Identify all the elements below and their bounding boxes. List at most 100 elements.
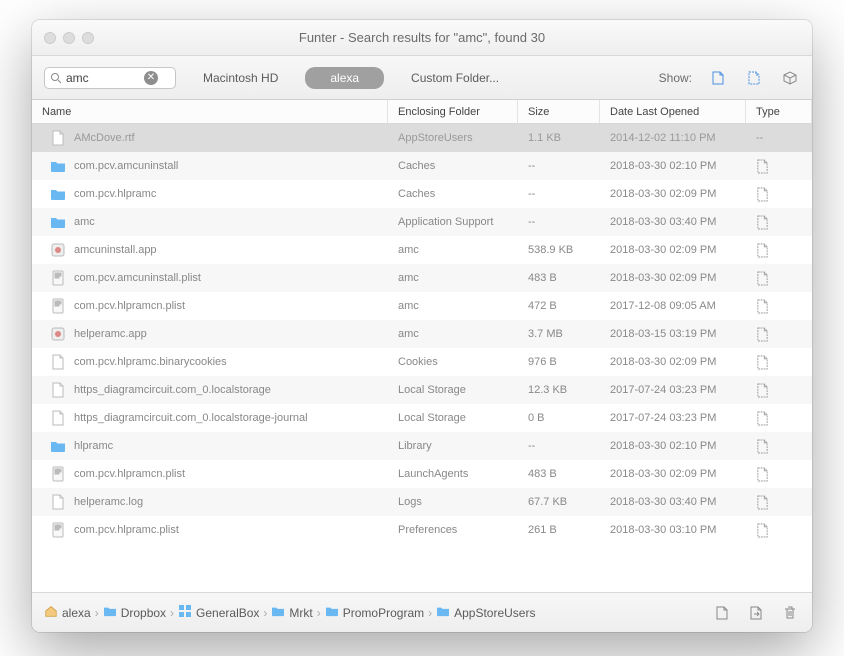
enclosing-folder: amc [388,328,518,340]
show-hidden-icon[interactable] [744,68,764,88]
file-size: -- [518,160,600,172]
file-name: AMcDove.rtf [74,132,135,144]
date-opened: 2018-03-30 02:09 PM [600,356,746,368]
file-type [746,523,812,538]
enclosing-folder: Local Storage [388,384,518,396]
app-window: Funter - Search results for "amc", found… [32,20,812,632]
table-row[interactable]: helperamc.appamc3.7 MB2018-03-15 03:19 P… [32,320,812,348]
file-size: 0 B [518,412,600,424]
file-name: hlpramc [74,440,113,452]
date-opened: 2018-03-30 02:09 PM [600,188,746,200]
enclosing-folder: Caches [388,160,518,172]
path-segment[interactable]: GeneralBox [178,604,259,621]
enclosing-folder: amc [388,272,518,284]
date-opened: 2017-12-08 09:05 AM [600,300,746,312]
path-label: GeneralBox [196,606,259,620]
path-bar: alexa›Dropbox›GeneralBox›Mrkt›PromoProgr… [32,592,812,632]
file-size: 12.3 KB [518,384,600,396]
plist-icon [50,270,66,286]
table-row[interactable]: amcApplication Support--2018-03-30 03:40… [32,208,812,236]
scope-custom-folder[interactable]: Custom Folder... [396,67,514,89]
file-type [746,243,812,258]
column-size[interactable]: Size [518,100,600,123]
file-name: amc [74,216,95,228]
file-size: 261 B [518,524,600,536]
doc-icon [50,494,66,510]
enclosing-folder: Local Storage [388,412,518,424]
enclosing-folder: Application Support [388,216,518,228]
show-packages-icon[interactable] [780,68,800,88]
file-type [746,383,812,398]
clear-search-icon[interactable]: ✕ [144,71,158,85]
table-row[interactable]: com.pcv.amcuninstallCaches--2018-03-30 0… [32,152,812,180]
column-headers: Name Enclosing Folder Size Date Last Ope… [32,100,812,124]
trash-icon[interactable] [780,603,800,623]
path-segment[interactable]: Dropbox [103,605,166,620]
table-row[interactable]: https_diagramcircuit.com_0.localstorageL… [32,376,812,404]
home-icon [44,604,58,621]
column-folder[interactable]: Enclosing Folder [388,100,518,123]
file-type [746,327,812,342]
table-row[interactable]: amcuninstall.appamc538.9 KB2018-03-30 02… [32,236,812,264]
table-row[interactable]: AMcDove.rtfAppStoreUsers1.1 KB2014-12-02… [32,124,812,152]
file-name: helperamc.log [74,496,143,508]
path-label: Dropbox [121,606,166,620]
table-row[interactable]: com.pcv.hlpramcCaches--2018-03-30 02:09 … [32,180,812,208]
plist-icon [50,466,66,482]
reveal-finder-icon[interactable] [746,603,766,623]
table-row[interactable]: helperamc.logLogs67.7 KB2018-03-30 03:40… [32,488,812,516]
file-size: -- [518,440,600,452]
doc-icon [50,354,66,370]
file-type: -- [746,132,812,144]
file-type [746,271,812,286]
grid-icon [178,604,192,621]
table-row[interactable]: com.pcv.amcuninstall.plistamc483 B2018-0… [32,264,812,292]
traffic-minimize[interactable] [63,32,75,44]
plist-icon [50,298,66,314]
table-row[interactable]: com.pcv.hlpramc.plistPreferences261 B201… [32,516,812,544]
date-opened: 2017-07-24 03:23 PM [600,384,746,396]
path-segment[interactable]: AppStoreUsers [436,605,535,620]
traffic-zoom[interactable] [82,32,94,44]
table-row[interactable]: com.pcv.hlpramc.binarycookiesCookies976 … [32,348,812,376]
table-row[interactable]: com.pcv.hlpramcn.plistLaunchAgents483 B2… [32,460,812,488]
file-size: 483 B [518,272,600,284]
file-name: https_diagramcircuit.com_0.localstorage-… [74,412,308,424]
file-name: com.pcv.hlpramcn.plist [74,300,185,312]
path-segment[interactable]: PromoProgram [325,605,424,620]
titlebar: Funter - Search results for "amc", found… [32,20,812,56]
enclosing-folder: Caches [388,188,518,200]
column-date[interactable]: Date Last Opened [600,100,746,123]
column-name[interactable]: Name [32,100,388,123]
folder-icon [325,605,339,620]
scope-user[interactable]: alexa [305,67,384,89]
path-segment[interactable]: Mrkt [271,605,312,620]
date-opened: 2017-07-24 03:23 PM [600,412,746,424]
file-name: com.pcv.hlpramc.plist [74,524,179,536]
enclosing-folder: LaunchAgents [388,468,518,480]
show-visible-icon[interactable] [708,68,728,88]
traffic-close[interactable] [44,32,56,44]
file-name: com.pcv.hlpramcn.plist [74,468,185,480]
folder-icon [50,214,66,230]
copy-path-icon[interactable] [712,603,732,623]
path-label: AppStoreUsers [454,606,535,620]
date-opened: 2018-03-15 03:19 PM [600,328,746,340]
scope-macintosh-hd[interactable]: Macintosh HD [188,67,293,89]
column-type[interactable]: Type [746,100,812,123]
folder-icon [271,605,285,620]
search-field[interactable]: ✕ [44,67,176,89]
table-row[interactable]: https_diagramcircuit.com_0.localstorage-… [32,404,812,432]
file-type [746,159,812,174]
show-label: Show: [659,71,692,85]
folder-icon [103,605,117,620]
search-input[interactable] [62,71,144,85]
table-row[interactable]: hlpramcLibrary--2018-03-30 02:10 PM [32,432,812,460]
results-list: AMcDove.rtfAppStoreUsers1.1 KB2014-12-02… [32,124,812,592]
table-row[interactable]: com.pcv.hlpramcn.plistamc472 B2017-12-08… [32,292,812,320]
file-type [746,355,812,370]
file-size: -- [518,216,600,228]
enclosing-folder: Library [388,440,518,452]
path-segment[interactable]: alexa [44,604,91,621]
file-size: 1.1 KB [518,132,600,144]
